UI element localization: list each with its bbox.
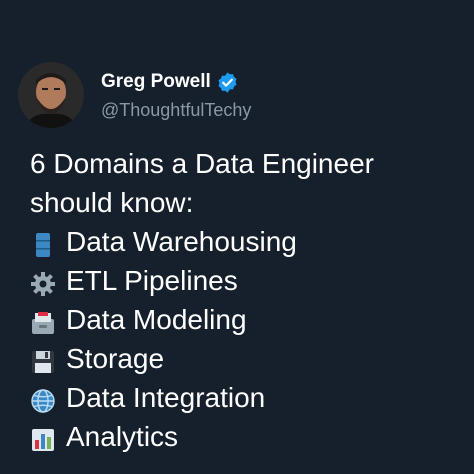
author-handle[interactable]: @ThoughtfulTechy [101,100,251,121]
tweet-card: Greg Powell @ThoughtfulTechy 6 Domains a… [0,0,474,474]
domain-label: Data Modeling [66,304,247,335]
domain-label: Storage [66,343,165,374]
file-cabinet-icon [30,307,56,334]
author-display-name[interactable]: Greg Powell [101,71,211,93]
tweet-intro-line: should know: [30,187,194,218]
domain-item: Data Warehousing [30,222,460,261]
verified-badge-icon [216,71,239,94]
tweet-header: Greg Powell @ThoughtfulTechy [18,62,251,128]
floppy-disk-icon [30,346,56,373]
domain-label: Data Warehousing [66,226,297,257]
globe-icon [30,385,56,413]
domain-item: Analytics [30,417,460,456]
domain-label: Data Integration [66,382,266,413]
name-row: Greg Powell [101,69,251,95]
database-stack-icon [30,229,56,257]
tweet-intro-line: 6 Domains a Data Engineer [30,148,374,179]
tweet-text: 6 Domains a Data Engineer should know: D… [30,144,460,456]
bar-chart-icon [30,424,56,451]
author-identity: Greg Powell @ThoughtfulTechy [101,69,251,121]
gear-icon [30,268,56,296]
domain-item: Data Modeling [30,300,460,339]
domain-label: Analytics [66,421,179,452]
domain-item: ETL Pipelines [30,261,460,300]
domain-item: Storage [30,339,460,378]
author-avatar[interactable] [18,62,84,128]
domain-label: ETL Pipelines [66,265,238,296]
domain-item: Data Integration [30,378,460,417]
